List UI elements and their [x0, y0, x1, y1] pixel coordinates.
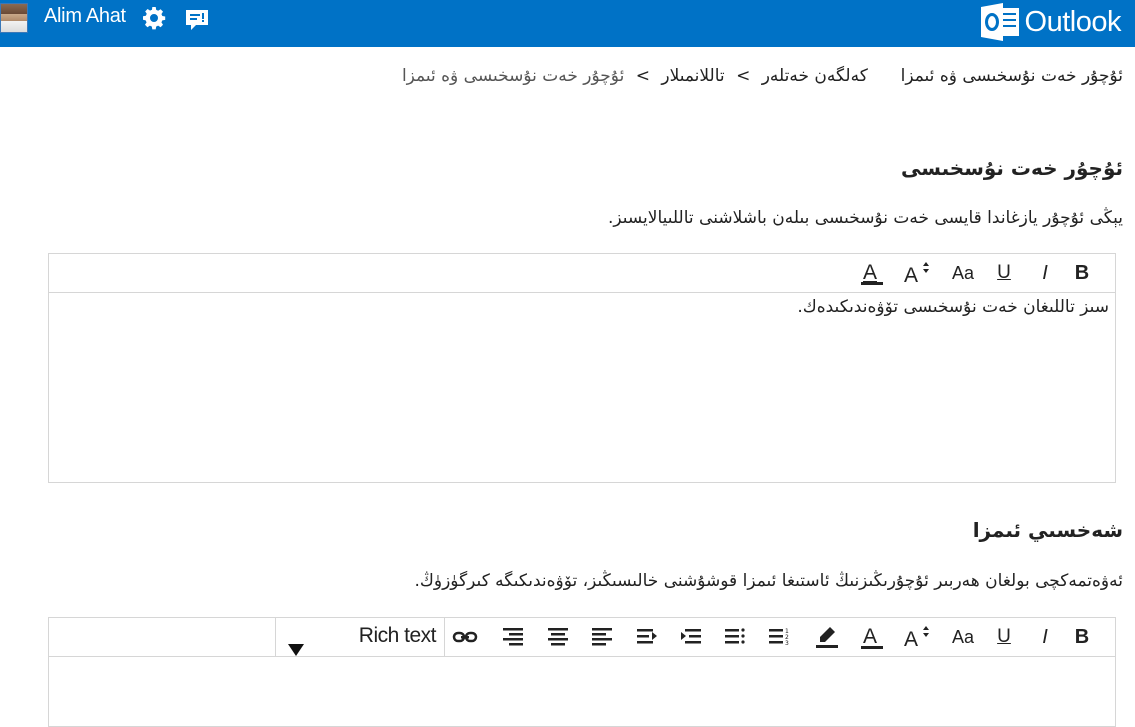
bold-button[interactable]: B: [1067, 622, 1097, 652]
template-toolbar: B I U Aa A A: [49, 254, 1115, 293]
font-color-button[interactable]: A: [857, 622, 887, 652]
svg-text:A: A: [863, 261, 877, 284]
template-heading: ئۇچۇر خەت نۇسخىسى: [901, 156, 1123, 180]
brand-name: Outlook: [1024, 5, 1122, 38]
bold-button[interactable]: B: [1067, 258, 1097, 288]
breadcrumb-separator: >: [736, 66, 751, 86]
user-name[interactable]: Alim Ahat: [44, 5, 126, 28]
increase-indent-button[interactable]: [676, 622, 706, 652]
font-size-button[interactable]: A: [902, 258, 932, 288]
signature-heading: شەخسىي ئىمزا: [972, 518, 1123, 542]
svg-text:A: A: [904, 628, 918, 650]
signature-toolbar: Rich text 1 2 3 A A Aa U I B: [49, 618, 1115, 657]
font-face-button[interactable]: Aa: [948, 622, 978, 652]
format-select-value: Rich text: [358, 624, 437, 647]
link-button[interactable]: [450, 622, 480, 652]
align-center-button[interactable]: [543, 622, 573, 652]
font-color-button[interactable]: A: [857, 258, 887, 288]
signature-editor: Rich text 1 2 3 A A Aa U I B: [48, 617, 1116, 727]
avatar[interactable]: [0, 3, 28, 33]
breadcrumb-item-current: ئۇچۇر خەت نۇسخىسى ۋە ئىمزا: [401, 66, 625, 86]
numbered-list-button[interactable]: 1 2 3: [764, 622, 794, 652]
underline-button[interactable]: U: [989, 622, 1019, 652]
highlight-button[interactable]: [812, 622, 842, 652]
template-editor: B I U Aa A A سىز تاللىغان خەت نۇسخىسى تۆ…: [48, 253, 1116, 483]
page-title: ئۇچۇر خەت نۇسخىسى ۋە ئىمزا: [900, 66, 1123, 86]
format-select[interactable]: Rich text: [275, 618, 445, 657]
breadcrumb-separator: >: [635, 66, 650, 86]
svg-text:A: A: [863, 625, 877, 648]
italic-button[interactable]: I: [1030, 622, 1060, 652]
gear-icon[interactable]: [141, 6, 167, 32]
breadcrumb-item-options[interactable]: تاللانمىلار: [661, 66, 724, 86]
breadcrumb: ئۇچۇر خەت نۇسخىسى ۋە ئىمزا كەلگەن خەتلەر…: [402, 66, 1123, 86]
template-editor-content[interactable]: سىز تاللىغان خەت نۇسخىسى تۆۋەندىكىدەك.: [49, 293, 1115, 482]
align-right-button[interactable]: [498, 622, 528, 652]
outlook-brand[interactable]: Outlook: [980, 2, 1122, 42]
italic-button[interactable]: I: [1030, 258, 1060, 288]
underline-button[interactable]: U: [989, 258, 1019, 288]
font-size-button[interactable]: A: [902, 622, 932, 652]
align-left-button[interactable]: [587, 622, 617, 652]
top-bar: Alim Ahat Outlook: [0, 0, 1135, 47]
font-face-button[interactable]: Aa: [948, 258, 978, 288]
signature-description: ئەۋەتمەكچى بولغان ھەربىر ئۇچۇرىڭىزنىڭ ئا…: [414, 571, 1123, 591]
feedback-icon[interactable]: [184, 8, 210, 32]
svg-text:3: 3: [785, 640, 789, 647]
breadcrumb-item-inbox[interactable]: كەلگەن خەتلەر: [762, 66, 868, 86]
bullet-list-button[interactable]: [720, 622, 750, 652]
decrease-indent-button[interactable]: [632, 622, 662, 652]
signature-editor-content[interactable]: [49, 657, 1115, 726]
template-description: يېڭى ئۇچۇر يازغاندا قايسى خەت نۇسخىسى بى…: [607, 208, 1123, 228]
svg-text:A: A: [904, 264, 918, 286]
outlook-logo-icon: [980, 3, 1019, 41]
chevron-down-icon: [288, 644, 304, 656]
